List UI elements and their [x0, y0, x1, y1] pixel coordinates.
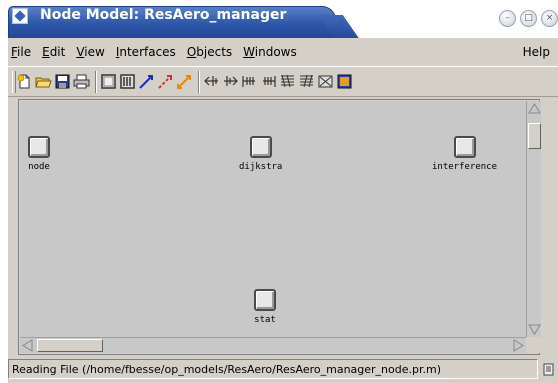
node-label: dijkstra [239, 162, 283, 172]
module-icon[interactable] [249, 136, 272, 158]
minimize-button[interactable]: – [499, 10, 516, 27]
bus-transmitter-button[interactable] [241, 72, 258, 92]
queue-module-button[interactable] [119, 72, 136, 92]
bus-receiver-button[interactable] [260, 72, 277, 92]
print-button[interactable] [73, 72, 90, 92]
open-folder-icon [35, 77, 52, 88]
menu-windows[interactable]: Windows [243, 45, 297, 59]
logical-association-button[interactable] [176, 72, 193, 92]
menu-objects[interactable]: Objects [187, 45, 232, 59]
external-system-button[interactable] [336, 72, 353, 92]
external-system-icon [337, 74, 352, 89]
point-to-point-transmitter-icon [204, 76, 218, 86]
pt-receiver-button[interactable] [222, 72, 239, 92]
packet-stream-icon [139, 75, 153, 89]
close-icon: × [545, 13, 554, 23]
scroll-down-icon[interactable] [527, 322, 542, 337]
vertical-scroll-thumb[interactable] [528, 123, 541, 149]
node-stat[interactable]: stat [254, 289, 276, 325]
horizontal-scrollbar[interactable] [20, 337, 526, 353]
module-icon[interactable] [28, 136, 50, 158]
node-label: node [28, 162, 50, 172]
node-dijkstra[interactable]: dijkstra [239, 136, 282, 172]
radio-receiver-icon [300, 74, 313, 88]
scroll-left-icon[interactable] [20, 338, 35, 353]
menu-bar: File Edit View Interfaces Objects Window… [8, 38, 558, 66]
processor-module-button[interactable] [100, 72, 117, 92]
node-label: interference [432, 162, 498, 172]
scroll-corner [526, 337, 541, 353]
app-window: File Edit View Interfaces Objects Window… [8, 38, 558, 383]
bus-receiver-icon [263, 76, 276, 87]
radio-transmitter-icon [281, 74, 294, 88]
vertical-scrollbar[interactable] [526, 101, 541, 337]
module-icon[interactable] [254, 289, 276, 311]
horizontal-scroll-thumb[interactable] [37, 339, 103, 352]
toolbar [8, 66, 558, 97]
node-label: stat [254, 315, 276, 325]
logical-association-icon [177, 75, 191, 89]
minimize-icon: – [505, 13, 510, 23]
toolbar-separator [198, 70, 200, 93]
close-button[interactable]: × [541, 10, 558, 27]
open-button[interactable] [35, 72, 52, 92]
antenna-icon [318, 75, 333, 88]
scroll-up-icon[interactable] [527, 101, 542, 116]
new-file-icon [17, 74, 30, 89]
document-status-icon [543, 363, 554, 376]
save-icon [55, 74, 70, 89]
scroll-right-icon[interactable] [511, 338, 526, 353]
module-icon[interactable] [453, 136, 476, 158]
print-icon [73, 74, 90, 89]
menu-view[interactable]: View [76, 45, 104, 59]
status-bar: Reading File (/home/fbesse/op_models/Res… [8, 359, 538, 379]
window-title: Node Model: ResAero_manager [40, 7, 287, 23]
node-interference[interactable]: interference [432, 136, 497, 172]
statistic-wire-button[interactable] [157, 72, 174, 92]
point-to-point-receiver-icon [224, 76, 238, 86]
queue-module-icon [120, 74, 135, 89]
toolbar-separator [95, 70, 97, 93]
antenna-button[interactable] [317, 72, 334, 92]
menu-help[interactable]: Help [523, 45, 550, 59]
pt-transmitter-button[interactable] [203, 72, 220, 92]
new-file-button[interactable] [16, 72, 33, 92]
processor-module-icon [101, 74, 116, 89]
maximize-button[interactable]: □ [520, 10, 537, 27]
maximize-icon: □ [524, 13, 533, 23]
packet-stream-button[interactable] [138, 72, 155, 92]
status-indicator[interactable] [542, 361, 556, 377]
app-icon[interactable] [12, 8, 28, 24]
title-bar: Node Model: ResAero_manager – □ × [0, 0, 558, 38]
bus-transmitter-icon [242, 76, 255, 87]
node-node[interactable]: node [28, 136, 50, 172]
menu-interfaces[interactable]: Interfaces [116, 45, 176, 59]
radio-transmitter-button[interactable] [279, 72, 296, 92]
statistic-wire-icon [158, 75, 172, 89]
window-controls: – □ × [499, 10, 558, 27]
radio-receiver-button[interactable] [298, 72, 315, 92]
node-canvas[interactable]: node dijkstra interference stat [20, 101, 526, 337]
save-button[interactable] [54, 72, 71, 92]
status-text: Reading File (/home/fbesse/op_models/Res… [12, 362, 442, 376]
menu-edit[interactable]: Edit [42, 45, 65, 59]
menu-file[interactable]: File [11, 45, 31, 59]
